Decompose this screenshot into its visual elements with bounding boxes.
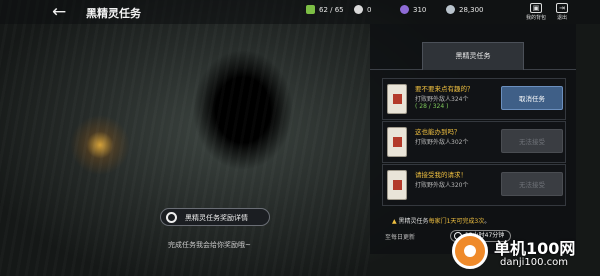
gem-icon — [354, 5, 363, 14]
quest-scroll-icon — [387, 127, 407, 157]
site-watermark: 单机100网 danji100.com — [452, 229, 598, 275]
bag-icon: ▣ — [530, 3, 542, 13]
watermark-title: 单机100网 — [494, 239, 576, 258]
exit-label: 退出 — [556, 15, 567, 21]
quest-progress: ( 28 / 324 ) — [415, 103, 449, 110]
reward-hint-text: 完成任务我会给你奖励哦~ — [168, 241, 251, 249]
bag-button[interactable]: ▣ 我的背包 — [525, 3, 547, 25]
silver-counter: 28,300 — [446, 5, 484, 14]
silver-icon — [446, 5, 455, 14]
stamina-icon — [306, 5, 315, 14]
gem-value: 0 — [367, 5, 372, 14]
quest-name: 这也能办到吗？ — [415, 128, 461, 136]
silver-value: 28,300 — [459, 5, 484, 14]
moon-value: 310 — [413, 5, 427, 14]
quest-panel: 黑精灵任务 要不要来点有趣的？ 打败野外敌人324个 ( 28 / 324 ) … — [370, 24, 576, 254]
reward-details-button[interactable]: 黑精灵任务奖励详情 — [160, 208, 270, 226]
accept-quest-button-disabled[interactable]: 无法接受 — [501, 172, 563, 196]
notice-suffix: 。 — [484, 218, 491, 225]
page-title: 黑精灵任务 — [86, 7, 141, 20]
quest-name: 要不要来点有趣的？ — [415, 85, 474, 93]
quest-description: 打败野外敌人320个 — [415, 182, 469, 189]
accept-quest-button-disabled[interactable]: 无法接受 — [501, 129, 563, 153]
quest-description: 打败野外敌人302个 — [415, 139, 469, 146]
cancel-quest-button[interactable]: 取消任务 — [501, 86, 563, 110]
game-scene-background — [0, 0, 370, 276]
quest-item: 这也能办到吗？ 打败野外敌人302个 无法接受 — [382, 121, 566, 163]
reward-details-label: 黑精灵任务奖励详情 — [185, 214, 248, 222]
daily-limit-notice: ▲ 黑精灵任务每家门1天可完成3次。 — [392, 216, 490, 225]
quest-description: 打败野外敌人324个 — [415, 96, 469, 103]
back-arrow-icon[interactable]: ← — [52, 2, 66, 22]
watermark-url: danji100.com — [500, 257, 568, 268]
refresh-label: 至每日更新 — [385, 234, 416, 241]
quest-item: 请接受我的请求！ 打败野外敌人320个 无法接受 — [382, 164, 566, 206]
moon-icon — [400, 5, 409, 14]
stamina-value: 62 / 65 — [319, 5, 344, 14]
tab-dark-elf-quest[interactable]: 黑精灵任务 — [422, 42, 524, 70]
quest-scroll-icon — [387, 170, 407, 200]
quest-item: 要不要来点有趣的？ 打败野外敌人324个 ( 28 / 324 ) 取消任务 — [382, 78, 566, 120]
top-bar: ← 黑精灵任务 62 / 65 0 310 28,300 ▣ 我的背包 ⇥ 退出 — [0, 0, 600, 24]
watermark-logo-icon — [452, 233, 488, 269]
notice-prefix: 黑精灵任务 — [398, 218, 429, 225]
notice-highlight: 每家门1天可完成3次 — [428, 218, 485, 225]
bag-label: 我的背包 — [525, 15, 546, 21]
warning-icon: ▲ — [392, 218, 397, 225]
quest-name: 请接受我的请求！ — [415, 171, 467, 179]
stamina-counter: 62 / 65 — [306, 5, 344, 14]
tab-bar: 黑精灵任务 — [370, 42, 576, 70]
gem-counter: 0 — [354, 5, 371, 14]
quest-scroll-icon — [387, 84, 407, 114]
exit-button[interactable]: ⇥ 退出 — [551, 3, 573, 25]
magnifier-icon — [166, 212, 177, 223]
moon-currency-counter: 310 — [400, 5, 426, 14]
exit-icon: ⇥ — [556, 3, 568, 13]
